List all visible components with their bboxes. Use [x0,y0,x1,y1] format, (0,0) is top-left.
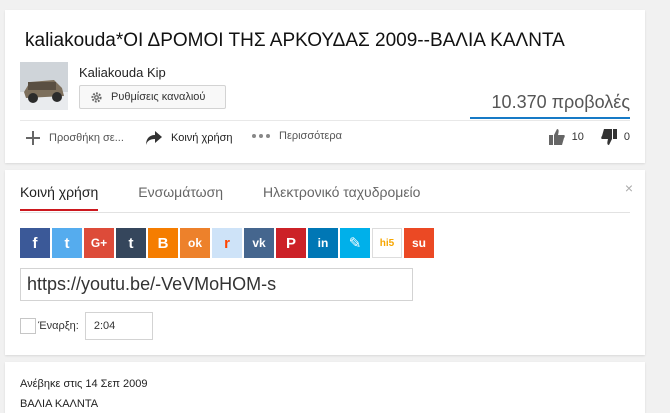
more-button[interactable]: Περισσότερα [251,130,342,142]
video-title: kaliakouda*ΟΙ ΔΡΟΜΟΙ ΤΗΣ ΑΡΚΟΥΔΑΣ 2009--… [25,30,565,51]
view-count: 10.370 προβολές [491,92,630,112]
share-panel: Κοινή χρήση Ενσωμάτωση Ηλεκτρονικό ταχυδ… [5,170,645,355]
like-count: 10 [571,131,584,143]
tab-email[interactable]: Ηλεκτρονικό ταχυδρομείο [263,184,420,210]
share-url-input[interactable] [20,268,413,301]
reddit-icon[interactable]: r [212,228,242,258]
facebook-icon[interactable]: f [20,228,50,258]
add-to-button[interactable]: Προσθήκη σε... [25,130,124,146]
more-dots-icon [252,134,270,138]
googleplus-icon[interactable]: G+ [84,228,114,258]
thumbs-down-icon[interactable] [600,128,618,146]
vk-icon[interactable]: vk [244,228,274,258]
linkedin-icon[interactable]: in [308,228,338,258]
livejournal-icon[interactable]: ✎ [340,228,370,258]
twitter-icon[interactable]: t [52,228,82,258]
publish-date: Ανέβηκε στις 14 Σεπ 2009 [20,378,148,390]
views-bar [470,117,630,119]
gear-icon [91,91,102,103]
start-at-input[interactable] [84,312,153,340]
start-at-row: Έναρξη: [20,312,153,340]
description-card: Ανέβηκε στις 14 Σεπ 2009 ΒΑΛΙΑ ΚΑΛΝΤΑ [5,362,645,413]
share-tabs: Κοινή χρήση Ενσωμάτωση Ηλεκτρονικό ταχυδ… [20,184,460,211]
pinterest-icon[interactable]: P [276,228,306,258]
more-label: Περισσότερα [279,130,342,142]
thumbs-up-icon[interactable] [548,128,566,146]
tumblr-icon[interactable]: t [116,228,146,258]
tab-share[interactable]: Κοινή χρήση [20,184,99,211]
share-service-icons: f t G+ t Bok r vk Pin ✎ hi5 su [20,228,434,258]
share-label: Κοινή χρήση [171,132,233,144]
odnoklassniki-icon[interactable]: ok [180,228,210,258]
plus-icon [26,131,40,145]
divider [20,120,630,121]
share-arrow-icon [146,131,162,145]
start-at-checkbox[interactable] [20,318,36,334]
video-info-card: kaliakouda*ΟΙ ΔΡΟΜΟΙ ΤΗΣ ΑΡΚΟΥΔΑΣ 2009--… [5,10,645,163]
start-at-label: Έναρξη: [38,320,79,332]
channel-settings-label: Ρυθμίσεις καναλιού [111,91,206,103]
dislike-count: 0 [623,131,630,143]
share-button[interactable]: Κοινή χρήση [145,130,233,146]
channel-avatar[interactable] [20,62,68,110]
tabs-divider [20,212,630,213]
stumbleupon-icon[interactable]: su [404,228,434,258]
hi5-icon[interactable]: hi5 [372,228,402,258]
add-to-label: Προσθήκη σε... [49,132,124,144]
like-dislike-group: 10 0 [548,128,630,146]
description-text: ΒΑΛΙΑ ΚΑΛΝΤΑ [20,398,99,410]
close-icon[interactable]: × [625,180,633,196]
channel-name[interactable]: Kaliakouda Kip [79,65,166,80]
tab-embed[interactable]: Ενσωμάτωση [138,184,223,210]
channel-settings-button[interactable]: Ρυθμίσεις καναλιού [79,85,226,109]
blogger-icon[interactable]: B [148,228,178,258]
